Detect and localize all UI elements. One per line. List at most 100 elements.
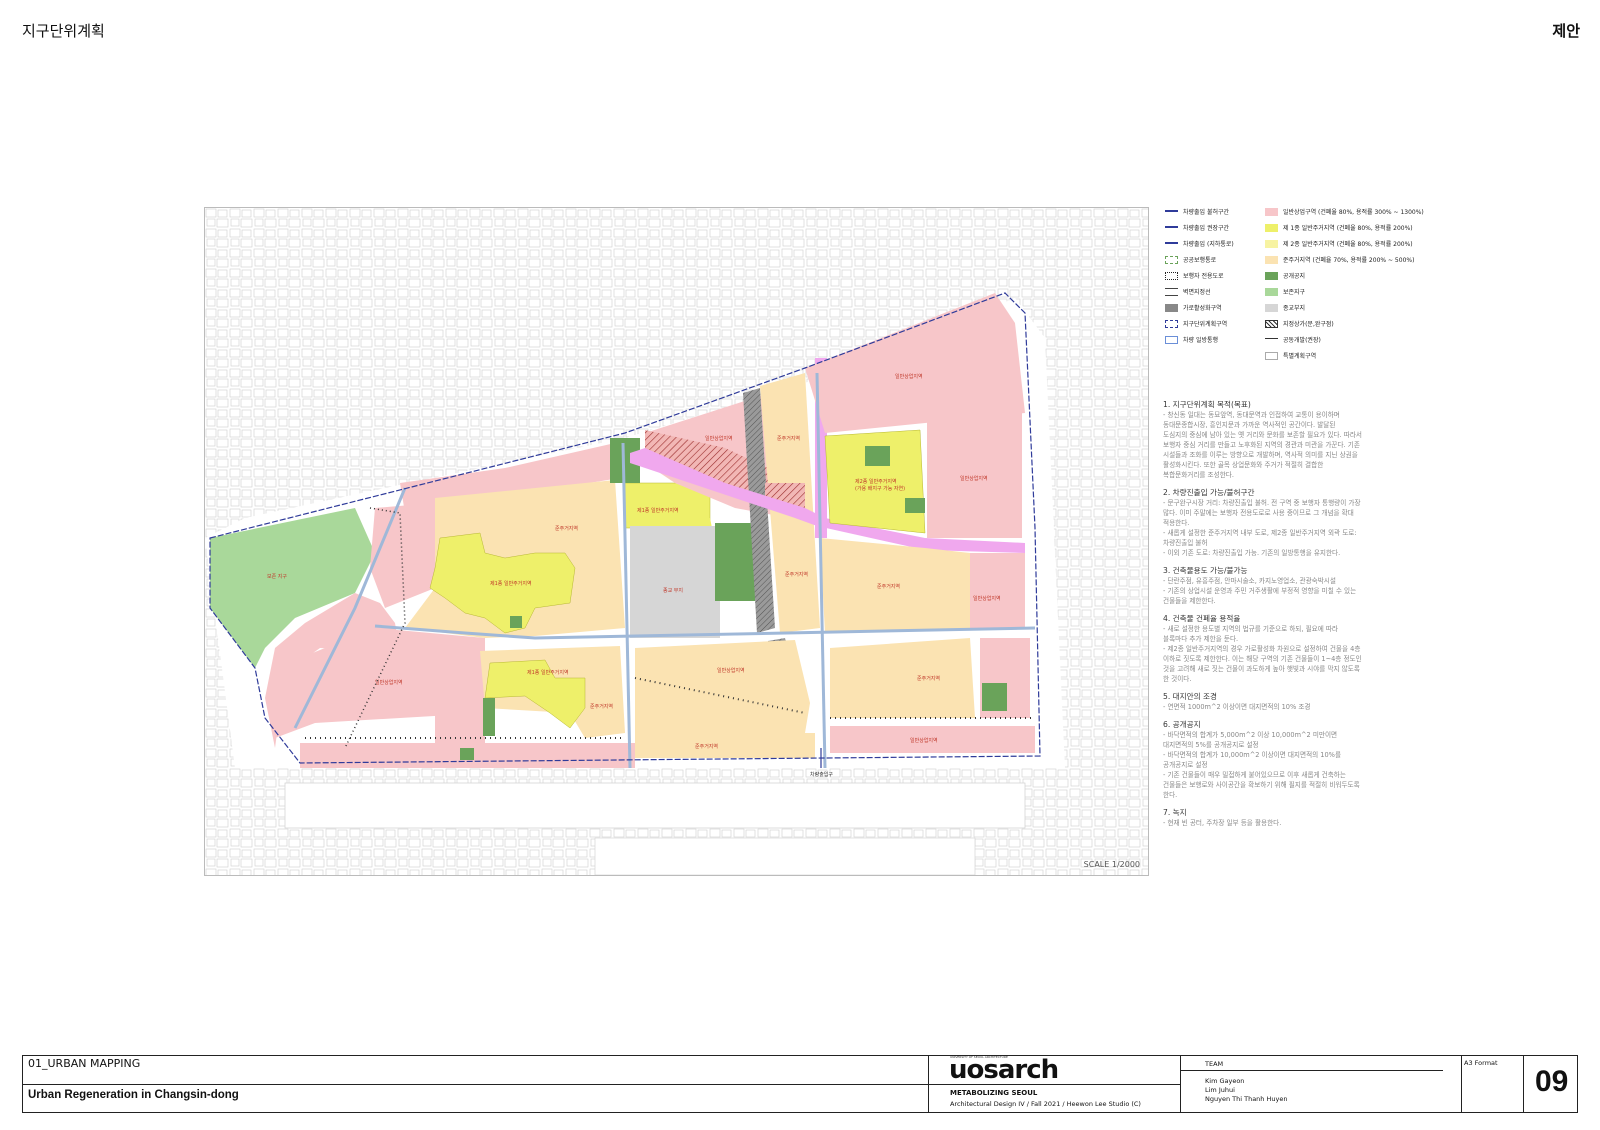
special-plan-swatch-icon	[1265, 351, 1278, 360]
legend-item: 벽면지정선	[1165, 287, 1211, 296]
note-line: - 기존 건물들이 매우 밀접하게 붙어있으므로 이후 새롭게 건축하는	[1163, 771, 1346, 779]
legend-item: 제 1종 일반주거지역 (건폐율 80%, 용적률 200%)	[1265, 223, 1413, 232]
legend-item: 종교부지	[1265, 303, 1305, 312]
zone-quasi-se[interactable]	[830, 638, 975, 718]
label-commercial-mid: 일반상업지역	[717, 667, 745, 674]
district-boundary-icon	[1165, 319, 1178, 328]
team-label: TEAM	[1205, 1060, 1224, 1068]
note-line: - 이외 기존 도로: 차량진출입 가능. 기존의 일방통행을 유지한다.	[1163, 549, 1341, 557]
label-res2-ne: 제2종 일반주거지역	[855, 478, 897, 485]
label-commercial-ne: 일반상업지역	[895, 373, 923, 380]
note-line: 시설들과 조화를 이루는 방향으로 개발하며, 역사적 의미를 지닌 상권을	[1163, 451, 1358, 459]
uosarch-logo: uosarch	[949, 1055, 1059, 1085]
note-line: - 단란주점, 유흥주점, 안마시술소, 카지노영업소, 관광숙박시설	[1163, 577, 1336, 585]
team-members: Kim Gayeon Lim Juhui Nguyen Thi Thanh Hu…	[1205, 1077, 1287, 1104]
map-scale: SCALE 1/2000	[1083, 860, 1140, 869]
legend-item: 일반상업구역 (건폐율 80%, 용적률 300% ~ 1300%)	[1265, 207, 1424, 216]
note-line: - 현재 빈 공터, 주차장 일부 등을 활용한다.	[1163, 819, 1282, 827]
note-heading: 1. 지구단위계획 목적(목표)	[1163, 400, 1251, 409]
note-heading: 7. 녹지	[1163, 808, 1187, 817]
course-info: Architectural Design IV / Fall 2021 / He…	[950, 1100, 1141, 1108]
legend-item: 공동개발(권장)	[1265, 335, 1321, 344]
label-res1-south: 제1종 일반주거지역	[527, 669, 569, 676]
note-heading: 6. 공개공지	[1163, 720, 1201, 729]
note-heading: 4. 건축물 건폐율 용적율	[1163, 614, 1241, 623]
label-quasi-mid: 준주거지역	[785, 571, 808, 578]
note-line: - 문구완구시장 거리: 차량진출입 불허. 전 구역 중 보행자 통행량이 가…	[1163, 499, 1361, 507]
note-line: 이하로 짓도록 제한한다. 이는 해당 구역의 기존 건물들이 1~4층 정도인	[1163, 655, 1362, 663]
note-line: 도심지의 중심에 남아 있는 옛 거리와 문화를 보존할 필요가 있다. 따라서	[1163, 431, 1362, 439]
legend-item: 공개공지	[1265, 271, 1305, 280]
label-quasi-bottom: 준주거지역	[695, 743, 718, 750]
note-line: - 바닥면적의 합계가 5,000m^2 이상 10,000m^2 미만이면	[1163, 731, 1338, 739]
legend-item: 제 2종 일반주거지역 (건폐율 80%, 용적률 200%)	[1265, 239, 1413, 248]
road-underground-icon	[1165, 241, 1178, 246]
label-quasi-se: 준주거지역	[917, 675, 940, 682]
note-line: 동대문종합시장, 흥인지문과 가까운 역사적인 공간이다. 발달된	[1163, 421, 1336, 429]
project-title: Urban Regeneration in Changsin-dong	[28, 1089, 239, 1101]
cheonggye-road	[284, 782, 1026, 829]
note-line: 보행자 중심 거리를 만들고 노후화된 지역의 경관과 미관을 가꾼다. 기존	[1163, 441, 1360, 449]
note-line: - 기존의 상업시설 운영과 주민 거주생활에 부정적 영향을 미칠 수 있는	[1163, 587, 1357, 595]
note-line: 건물들은 보행로와 사이공간을 확보하기 위해 필지를 적절히 비워두도록	[1163, 781, 1360, 789]
label-quasi-n: 준주거지역	[777, 435, 800, 442]
legend-item: 지정상가(문,완구점)	[1265, 319, 1334, 328]
label-commercial-n: 일반상업지역	[705, 435, 733, 442]
road-recommended-icon	[1165, 225, 1178, 230]
note-line: - 연면적 1000m^2 이상이면 대지면적의 10% 조경	[1163, 703, 1311, 711]
district-plan-map[interactable]: 보존 지구 일반상업지역 준주거지역 제1종 일반주거지역 제1종 일반주거지역…	[204, 207, 1149, 876]
sheet-status: 제안	[1552, 22, 1580, 40]
legend-item: 준주거지역 (건폐율 70%, 용적률 200% ~ 500%)	[1265, 255, 1414, 264]
zone-commercial-e2[interactable]	[970, 553, 1025, 628]
note-line: 복합문화거리를 조성한다.	[1163, 471, 1234, 479]
sheet-title: 지구단위계획	[22, 22, 105, 40]
label-res2-ne-sub: (가용 배지구 가능 자연)	[855, 485, 905, 492]
designated-store-swatch-icon	[1265, 319, 1278, 328]
title-block	[22, 1055, 1578, 1113]
label-entrance: 차량출입구	[810, 771, 833, 778]
note-heading: 2. 차량진출입 가능/불허구간	[1163, 488, 1255, 497]
legend-item: 보행자 전용도로	[1165, 271, 1224, 280]
road-no-entry-icon	[1165, 209, 1178, 214]
legend-item: 보존지구	[1265, 287, 1305, 296]
label-religion: 종교 부지	[663, 587, 683, 594]
res1-swatch-icon	[1265, 223, 1278, 232]
legend-item: 차량 일방통행	[1165, 335, 1218, 344]
note-line: - 새로 설정한 용도별 지역의 법규를 기준으로 하되, 필요에 따라	[1163, 625, 1338, 633]
note-line: - 새롭게 설정한 준주거지역 내부 도로, 제2종 일반주거지역 외곽 도로:	[1163, 529, 1357, 537]
note-line: 한다.	[1163, 791, 1178, 799]
legend-item: 차량출입 권장구간	[1165, 223, 1229, 232]
wall-line-icon	[1165, 287, 1178, 296]
section-label: 01_URBAN MAPPING	[28, 1057, 141, 1070]
preservation-swatch-icon	[1265, 287, 1278, 296]
label-quasi-east: 준주거지역	[877, 583, 900, 590]
legend-item: 차량출입 (지하통로)	[1165, 239, 1234, 248]
label-commercial-e2: 일반상업지역	[973, 595, 1001, 602]
legend-item: 지구단위계획구역	[1165, 319, 1227, 328]
page-number: 09	[1535, 1065, 1569, 1098]
open-space-center[interactable]	[715, 523, 755, 601]
public-walkway-icon	[1165, 255, 1178, 264]
note-line: - 창신동 일대는 동묘앞역, 동대문역과 인접하여 교통이 용이하며	[1163, 411, 1340, 419]
quasi-swatch-icon	[1265, 255, 1278, 264]
joint-development-icon	[1265, 337, 1278, 342]
note-line: 것을 고려해 새로 짓는 건물이 과도하게 높아 햇빛과 시야를 막지 않도록	[1163, 665, 1360, 673]
team-member: Lim Juhui	[1205, 1086, 1235, 1094]
note-line: 한 것이다.	[1163, 675, 1192, 683]
note-line: - 제2종 일반주거지역의 경우 가로활성화 차원으로 설정하여 건물을 4층	[1163, 645, 1361, 653]
label-res1-center: 제1종 일반주거지역	[637, 507, 679, 514]
team-member: Kim Gayeon	[1205, 1077, 1245, 1085]
zone-religion[interactable]	[630, 526, 720, 638]
note-line: 차량진출입 불허	[1163, 539, 1208, 547]
legend: 차량출입 불허구간 차량출입 권장구간 차량출입 (지하통로) 공공보행통로 보…	[1165, 207, 1600, 367]
legend-item: 차량출입 불허구간	[1165, 207, 1229, 216]
res2-swatch-icon	[1265, 239, 1278, 248]
note-line: 공개공지로 설정	[1163, 761, 1208, 769]
open-space-swatch-icon	[1265, 271, 1278, 280]
label-quasi-south: 준주거지역	[590, 703, 613, 710]
zone-quasi-bottom[interactable]	[635, 733, 815, 758]
note-line: 대지면적의 5%를 공개공지로 설정	[1163, 741, 1259, 749]
commercial-swatch-icon	[1265, 207, 1278, 216]
label-quasi-center: 준주거지역	[555, 525, 578, 532]
plan-notes: 1. 지구단위계획 목적(목표) - 창신동 일대는 동묘앞역, 동대문역과 인접…	[1163, 400, 1415, 828]
